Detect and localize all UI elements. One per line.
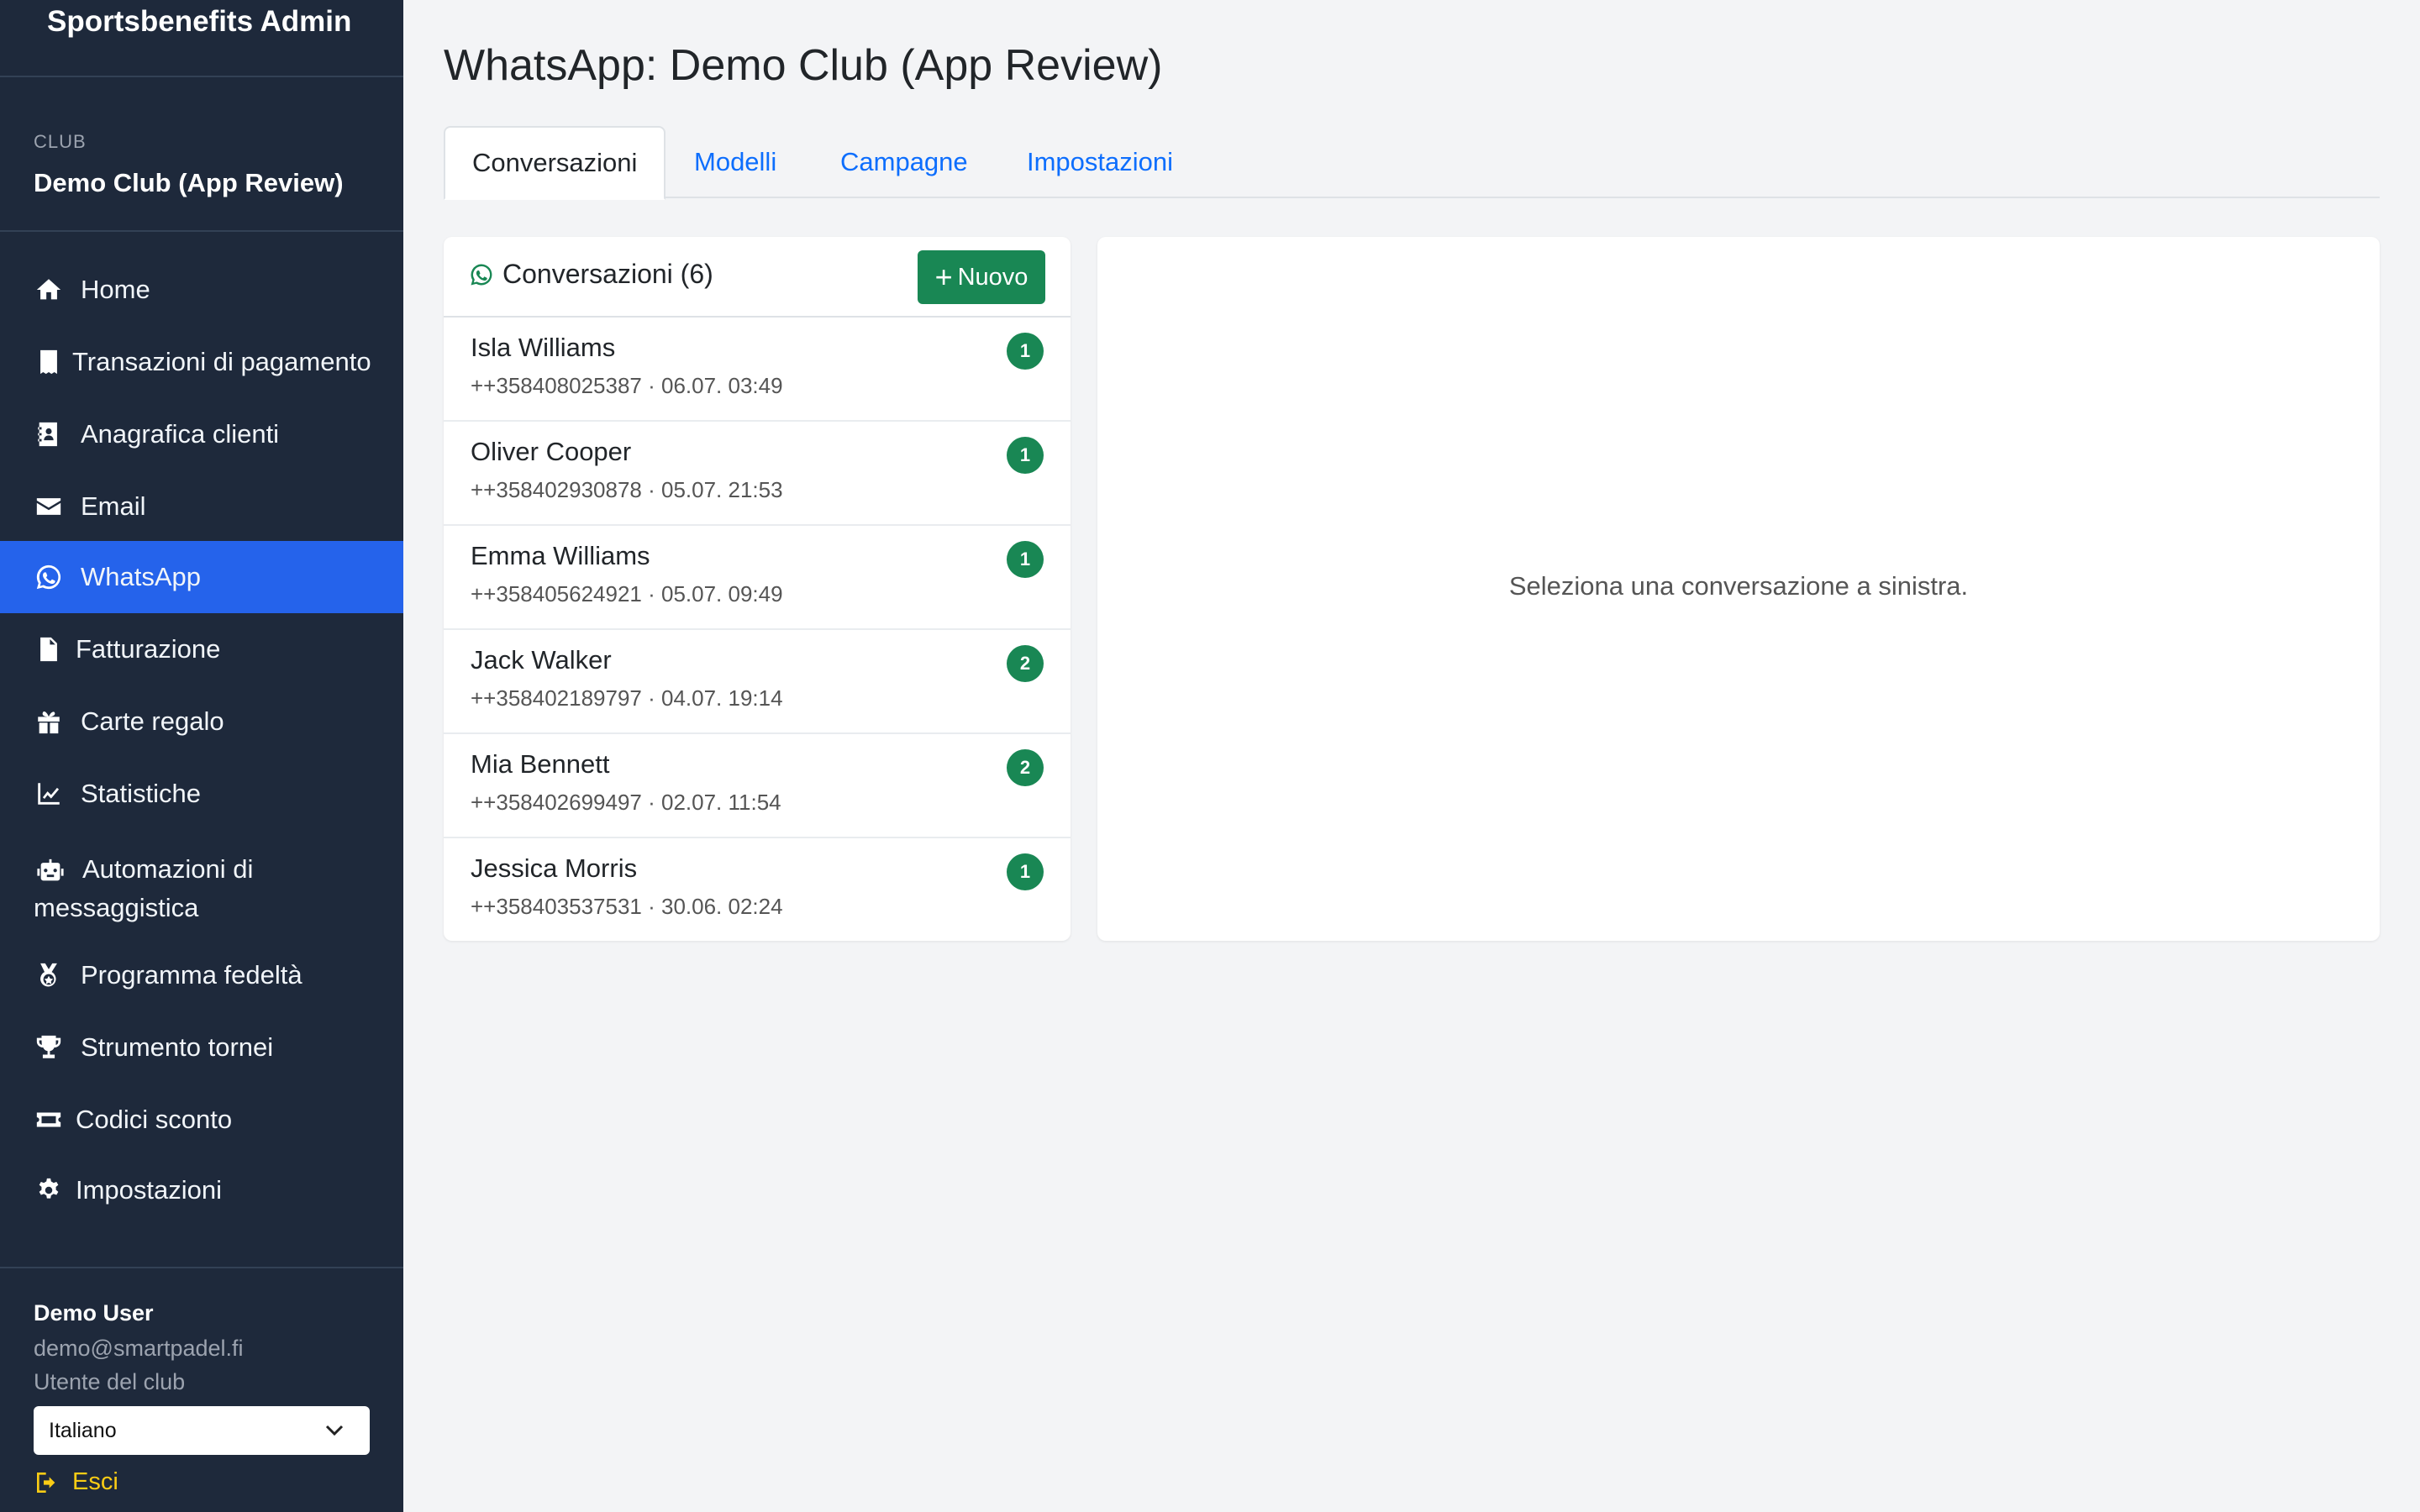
sidebar-item-tornei[interactable]: Strumento tornei <box>0 1011 403 1084</box>
whatsapp-icon <box>471 264 492 285</box>
conversation-item[interactable]: Jack Walker ++358402189797 · 04.07. 19:1… <box>444 630 1071 734</box>
whatsapp-icon <box>32 560 66 594</box>
ticket-icon <box>32 1103 66 1137</box>
sidebar-item-label: Codici sconto <box>76 1105 233 1134</box>
sidebar-item-fatturazione[interactable]: Fatturazione <box>0 613 403 685</box>
sidebar-footer: Demo User demo@smartpadel.fi Utente del … <box>0 1267 403 1512</box>
language-value: Italiano <box>49 1418 117 1442</box>
page-title: WhatsApp: Demo Club (App Review) <box>444 41 1163 90</box>
conversation-detail-panel: Seleziona una conversazione a sinistra. <box>1097 237 2380 941</box>
unread-badge: 1 <box>1007 437 1044 474</box>
conversation-item[interactable]: Oliver Cooper ++358402930878 · 05.07. 21… <box>444 422 1071 526</box>
user-role: Utente del club <box>34 1369 186 1394</box>
brand-title: Sportsbenefits Admin <box>47 5 352 38</box>
user-name: Demo User <box>34 1300 154 1326</box>
gear-icon <box>32 1173 66 1207</box>
conversation-item[interactable]: Emma Williams ++358405624921 · 05.07. 09… <box>444 526 1071 630</box>
envelope-icon <box>32 490 66 523</box>
brand-header: Sportsbenefits Admin <box>0 0 403 77</box>
conversations-panel: Conversazioni (6) + Nuovo Isla Williams … <box>444 237 1071 941</box>
conversations-title-text: Conversazioni (6) <box>502 259 713 289</box>
tab-modelli[interactable]: Modelli <box>694 126 776 198</box>
tab-campagne[interactable]: Campagne <box>840 126 968 198</box>
sidebar-item-email[interactable]: Email <box>0 470 403 543</box>
conversation-item[interactable]: Jessica Morris ++358403537531 · 30.06. 0… <box>444 838 1071 941</box>
contact-meta: ++358402699497 · 02.07. 11:54 <box>471 790 781 815</box>
contact-meta: ++358403537531 · 30.06. 02:24 <box>471 894 783 919</box>
unread-badge: 2 <box>1007 645 1044 682</box>
sidebar-item-label: Impostazioni <box>76 1175 223 1205</box>
sidebar-item-label: Programma fedeltà <box>81 960 302 990</box>
sign-out-icon <box>37 1472 55 1493</box>
club-info: CLUB Demo Club (App Review) <box>0 79 403 232</box>
gift-icon <box>32 705 66 738</box>
unread-badge: 1 <box>1007 333 1044 370</box>
contact-name: Oliver Cooper <box>471 437 632 466</box>
club-name: Demo Club (App Review) <box>34 168 344 197</box>
sidebar-item-label: WhatsApp <box>81 562 202 591</box>
new-conversation-button[interactable]: + Nuovo <box>918 250 1045 304</box>
receipt-icon <box>32 345 66 379</box>
contact-name: Jessica Morris <box>471 853 638 883</box>
logout-link[interactable]: Esci <box>34 1468 118 1496</box>
conversations-title: Conversazioni (6) <box>469 259 713 290</box>
conversations-header: Conversazioni (6) + Nuovo <box>444 237 1071 318</box>
trophy-icon <box>32 1031 66 1064</box>
sidebar-item-home[interactable]: Home <box>0 254 403 326</box>
sidebar-item-impostazioni[interactable]: Impostazioni <box>0 1154 403 1226</box>
tab-conversazioni[interactable]: Conversazioni <box>444 126 666 200</box>
sidebar-item-label: Anagrafica clienti <box>81 419 280 449</box>
unread-badge: 1 <box>1007 853 1044 890</box>
chart-line-icon <box>32 777 66 811</box>
sidebar-item-transazioni[interactable]: Transazioni di pagamento <box>0 326 403 398</box>
sidebar-item-carte-regalo[interactable]: Carte regalo <box>0 685 403 758</box>
sidebar-item-codici-sconto[interactable]: Codici sconto <box>0 1084 403 1156</box>
sidebar-item-label: Carte regalo <box>81 706 224 736</box>
sidebar-item-label: Fatturazione <box>76 634 221 664</box>
sidebar-item-label: Statistiche <box>81 779 202 808</box>
user-email: demo@smartpadel.fi <box>34 1336 244 1361</box>
contact-meta: ++358408025387 · 06.07. 03:49 <box>471 373 783 398</box>
sidebar-item-automazioni[interactable]: Automazioni di messaggistica <box>0 843 403 936</box>
contact-name: Jack Walker <box>471 645 612 675</box>
conversation-item[interactable]: Isla Williams ++358408025387 · 06.07. 03… <box>444 318 1071 422</box>
robot-icon <box>34 854 67 888</box>
sidebar-item-label: Transazioni di pagamento <box>72 347 371 376</box>
sidebar-item-whatsapp[interactable]: WhatsApp <box>0 541 403 613</box>
chevron-down-icon <box>325 1425 344 1436</box>
sidebar-item-automazioni-wrap: Automazioni di messaggistica <box>0 843 370 927</box>
contact-card-icon <box>32 417 66 451</box>
empty-state-message: Seleziona una conversazione a sinistra. <box>1508 571 1969 601</box>
club-label: CLUB <box>34 131 87 152</box>
sidebar-item-label: Email <box>81 491 146 521</box>
logout-label: Esci <box>72 1468 118 1495</box>
language-select[interactable]: Italiano <box>34 1406 370 1455</box>
unread-badge: 2 <box>1007 749 1044 786</box>
conversation-item[interactable]: Mia Bennett ++358402699497 · 02.07. 11:5… <box>444 734 1071 838</box>
contact-name: Emma Williams <box>471 541 650 570</box>
contact-name: Isla Williams <box>471 333 616 362</box>
plus-icon: + <box>934 260 953 294</box>
sidebar-item-label: Home <box>81 275 150 304</box>
tab-bar: Conversazioni Modelli Campagne Impostazi… <box>444 126 2380 200</box>
contact-meta: ++358402930878 · 05.07. 21:53 <box>471 477 783 502</box>
contact-meta: ++358405624921 · 05.07. 09:49 <box>471 581 783 606</box>
new-button-label: Nuovo <box>957 263 1028 291</box>
sidebar-item-fedelta[interactable]: Programma fedeltà <box>0 939 403 1011</box>
contact-meta: ++358402189797 · 04.07. 19:14 <box>471 685 783 711</box>
sidebar: Sportsbenefits Admin CLUB Demo Club (App… <box>0 0 403 1512</box>
medal-icon <box>32 958 66 992</box>
sidebar-item-statistiche[interactable]: Statistiche <box>0 758 403 830</box>
sidebar-item-anagrafica[interactable]: Anagrafica clienti <box>0 398 403 470</box>
contact-name: Mia Bennett <box>471 749 610 779</box>
tab-impostazioni[interactable]: Impostazioni <box>1027 126 1173 198</box>
sidebar-item-label: Strumento tornei <box>81 1032 274 1062</box>
home-icon <box>32 273 66 307</box>
invoice-icon <box>32 633 66 666</box>
unread-badge: 1 <box>1007 541 1044 578</box>
